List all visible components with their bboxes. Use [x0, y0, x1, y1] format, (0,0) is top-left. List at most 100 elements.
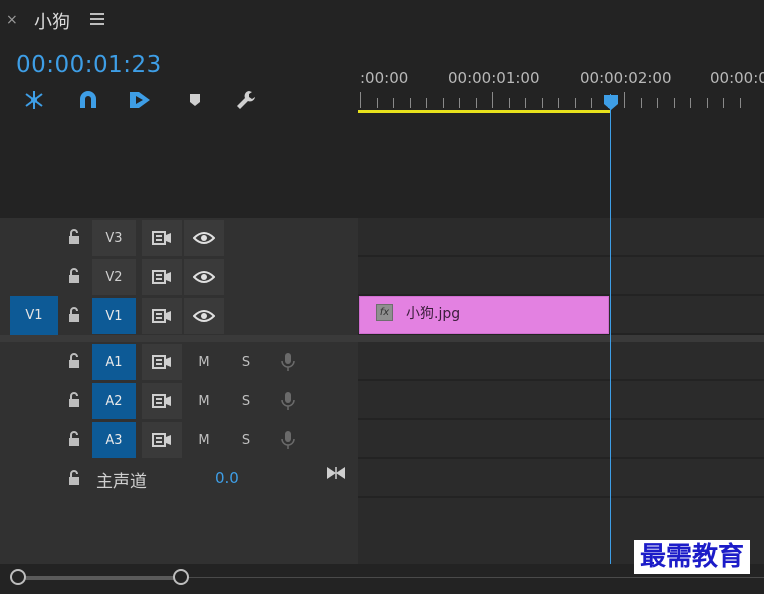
track-lock-icon[interactable] [67, 392, 81, 408]
ruler-tick [706, 98, 708, 108]
track-lane-a2[interactable] [358, 381, 764, 419]
ruler-tick [558, 98, 559, 108]
ruler-tick [426, 98, 427, 108]
voice-over-record-icon[interactable] [277, 383, 299, 419]
timeline-header-spacer [358, 114, 764, 218]
playhead-line[interactable] [610, 94, 611, 564]
ruler-tick [624, 92, 625, 108]
scrollbar-left-handle[interactable] [10, 569, 26, 585]
work-area-bar[interactable] [358, 110, 610, 113]
go-to-in-out-icon[interactable] [326, 465, 346, 481]
track-lane-master[interactable] [358, 459, 764, 497]
ruler-tick [459, 98, 460, 108]
solo-track-button[interactable]: S [233, 422, 259, 458]
track-target-v3[interactable]: V3 [92, 220, 136, 256]
track-header: V1 V1 [0, 296, 358, 335]
track-target-a1[interactable]: A1 [92, 344, 136, 380]
linked-selection-icon[interactable] [128, 88, 152, 112]
track-lock-icon[interactable] [67, 431, 81, 447]
timeline-clip[interactable]: fx 小狗.jpg [359, 296, 609, 334]
track-header: V2 [0, 257, 358, 296]
ruler-tick [376, 98, 378, 108]
ruler-tick [508, 98, 510, 108]
voice-over-record-icon[interactable] [277, 344, 299, 380]
scrollbar-right-handle[interactable] [173, 569, 189, 585]
track-lock-icon[interactable] [67, 229, 81, 245]
track-row-a1: A1 M S [0, 342, 764, 381]
ruler-tick [690, 98, 691, 108]
track-row-a2: A2 M S [0, 381, 764, 420]
track-row-a3: A3 M S [0, 420, 764, 459]
track-header: V3 [0, 218, 358, 257]
master-volume-value[interactable]: 0.0 [215, 469, 239, 487]
timeline-header-controls: 00:00:01:23 [0, 44, 358, 218]
ruler-tick [525, 98, 526, 108]
close-panel-button[interactable]: × [6, 12, 18, 28]
sync-lock-icon[interactable] [142, 259, 182, 295]
playhead-timecode[interactable]: 00:00:01:23 [16, 52, 162, 78]
ruler-tick [591, 98, 592, 108]
solo-track-button[interactable]: S [233, 344, 259, 380]
track-header-empty-area [0, 498, 358, 564]
solo-track-button[interactable]: S [233, 383, 259, 419]
watermark-logo: 最需教育 [634, 540, 751, 574]
sequence-tab-title[interactable]: 小狗 [34, 8, 70, 34]
snap-magnet-icon[interactable] [76, 88, 100, 112]
wrench-settings-icon[interactable] [234, 88, 258, 112]
mute-track-button[interactable]: M [191, 383, 217, 419]
ruler-tick [574, 98, 576, 108]
ruler-tick [442, 98, 444, 108]
fx-badge-icon[interactable]: fx [376, 304, 393, 321]
sync-lock-icon[interactable] [142, 383, 182, 419]
mute-track-button[interactable]: M [191, 422, 217, 458]
track-row-v2: V2 [0, 257, 764, 296]
track-target-v1[interactable]: V1 [92, 298, 136, 334]
ruler-tick [723, 98, 724, 108]
toggle-track-output-eye-icon[interactable] [184, 298, 224, 334]
sync-lock-icon[interactable] [142, 344, 182, 380]
ruler-tick [475, 98, 477, 108]
source-patch-v1[interactable]: V1 [10, 296, 58, 335]
ruler-label: 00:00:02:00 [580, 69, 672, 87]
mute-track-button[interactable]: M [191, 344, 217, 380]
track-lane-a3[interactable] [358, 420, 764, 458]
ruler-tick [393, 98, 394, 108]
ripple-edit-icon[interactable] [22, 88, 46, 112]
track-row-v3: V3 [0, 218, 764, 257]
track-lock-icon[interactable] [67, 307, 81, 323]
clip-name: 小狗.jpg [406, 306, 461, 322]
ruler-label: :00:00 [360, 69, 409, 87]
track-lane-v2[interactable] [358, 257, 764, 295]
sync-lock-icon[interactable] [142, 422, 182, 458]
track-target-a3[interactable]: A3 [92, 422, 136, 458]
video-audio-divider[interactable] [0, 335, 764, 342]
track-target-a2[interactable]: A2 [92, 383, 136, 419]
track-lane-v3[interactable] [358, 218, 764, 256]
ruler-tick [409, 98, 411, 108]
time-ruler[interactable]: :00:00 00:00:01:00 00:00:02:00 00:00:0 [358, 44, 764, 114]
panel-tab-bar: × 小狗 [0, 0, 764, 44]
ruler-tick [657, 98, 658, 108]
track-lane-a1[interactable] [358, 342, 764, 380]
sync-lock-icon[interactable] [142, 298, 182, 334]
voice-over-record-icon[interactable] [277, 422, 299, 458]
add-marker-icon[interactable] [183, 88, 207, 112]
track-target-v2[interactable]: V2 [92, 259, 136, 295]
track-row-master: 主声道 0.0 [0, 459, 764, 498]
ruler-tick [673, 98, 675, 108]
sync-lock-icon[interactable] [142, 220, 182, 256]
ruler-label: 00:00:0 [710, 69, 764, 87]
toggle-track-output-eye-icon[interactable] [184, 259, 224, 295]
track-header: A3 M S [0, 420, 358, 459]
track-lock-icon[interactable] [67, 470, 81, 486]
playhead-handle-icon[interactable] [603, 94, 619, 111]
ruler-label: 00:00:01:00 [448, 69, 540, 87]
scrollbar-thumb[interactable] [18, 576, 181, 580]
ruler-tick [640, 98, 642, 108]
track-header: A2 M S [0, 381, 358, 420]
track-lock-icon[interactable] [67, 268, 81, 284]
panel-menu-icon[interactable] [90, 13, 104, 25]
master-track-label: 主声道 [96, 472, 147, 492]
track-lock-icon[interactable] [67, 353, 81, 369]
toggle-track-output-eye-icon[interactable] [184, 220, 224, 256]
